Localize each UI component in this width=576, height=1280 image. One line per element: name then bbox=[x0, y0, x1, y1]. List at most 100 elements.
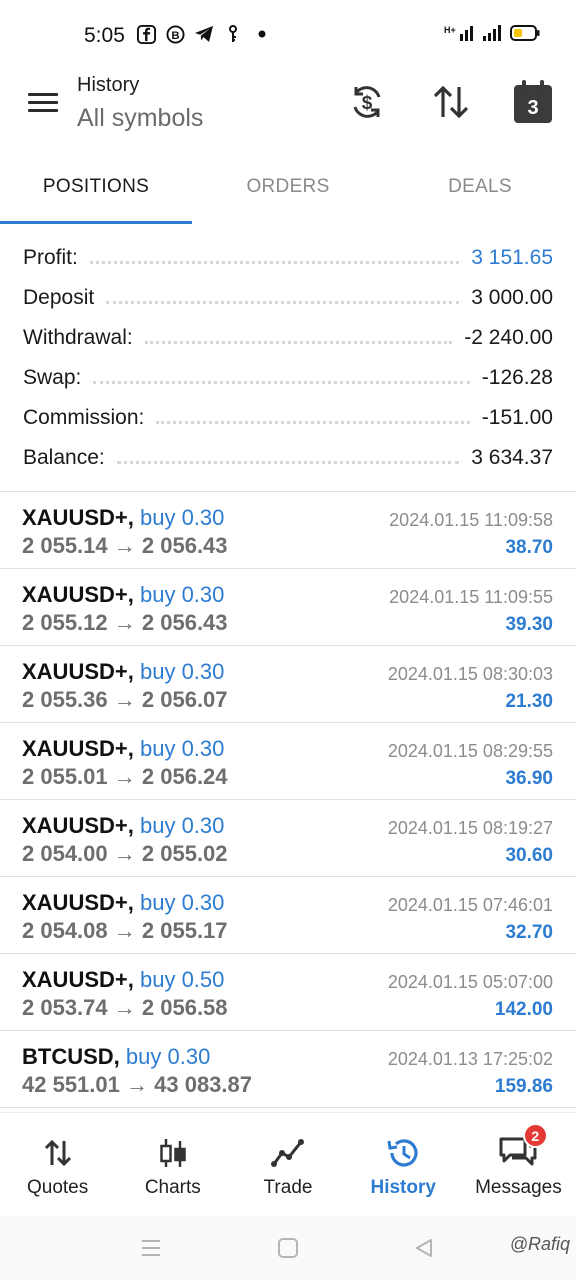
deal-side: buy 0.30 bbox=[139, 813, 225, 838]
deal-symbol: XAUUSD+, buy 0.30 bbox=[22, 659, 225, 684]
deal-prices: 2 054.08 → 2 055.17 bbox=[22, 918, 228, 943]
deal-symbol: XAUUSD+, buy 0.50 bbox=[22, 967, 225, 992]
nav-messages[interactable]: 2 Messages bbox=[461, 1113, 576, 1216]
deal-side: buy 0.30 bbox=[139, 582, 225, 607]
deal-profit: 142.00 bbox=[494, 999, 553, 1020]
summary-row-withdrawal: Withdrawal: -2 240.00 bbox=[0, 318, 576, 358]
leader-dots bbox=[156, 420, 470, 424]
summary-row-swap: Swap: -126.28 bbox=[0, 358, 576, 398]
svg-text:H+: H+ bbox=[444, 25, 456, 35]
calendar-icon[interactable]: 3 bbox=[513, 80, 553, 124]
leader-dots bbox=[93, 380, 470, 384]
currency-refresh-icon[interactable]: $ bbox=[347, 82, 387, 122]
trade-line-icon bbox=[268, 1135, 308, 1171]
messages-badge: 2 bbox=[522, 1123, 548, 1148]
list-item[interactable]: XAUUSD+, buy 0.30 2 054.00 → 2 055.02 20… bbox=[0, 800, 576, 877]
system-status-icons: H+ bbox=[444, 24, 540, 47]
summary-label: Deposit bbox=[23, 286, 95, 309]
network-icon: H+ bbox=[444, 24, 474, 47]
summary-label: Swap: bbox=[23, 366, 82, 389]
deal-time: 2024.01.15 05:07:00 bbox=[387, 972, 553, 992]
screen-subtitle: History bbox=[77, 74, 140, 96]
deal-time: 2024.01.15 08:30:03 bbox=[387, 664, 553, 684]
list-item[interactable]: XAUUSD+, buy 0.30 2 054.08 → 2 055.17 20… bbox=[0, 877, 576, 954]
deal-side: buy 0.30 bbox=[139, 736, 225, 761]
calendar-day: 3 bbox=[514, 80, 552, 123]
tab-deals[interactable]: DEALS bbox=[384, 152, 576, 224]
candlestick-icon bbox=[153, 1135, 193, 1171]
b-icon: B bbox=[165, 24, 185, 44]
nav-label: Quotes bbox=[26, 1177, 89, 1198]
watermark: @Rafiq bbox=[509, 1234, 570, 1254]
leader-dots bbox=[116, 460, 460, 464]
sort-arrows-icon[interactable] bbox=[431, 82, 471, 122]
deal-time: 2024.01.13 17:25:02 bbox=[387, 1049, 553, 1069]
summary-value: -2 240.00 bbox=[464, 326, 553, 349]
deal-time: 2024.01.15 07:46:01 bbox=[387, 895, 553, 915]
summary-row-profit: Profit: 3 151.65 bbox=[0, 238, 576, 278]
symbol-filter-title[interactable]: All symbols bbox=[77, 104, 203, 133]
list-item[interactable]: XAUUSD+, buy 0.30 2 055.14 → 2 056.43 20… bbox=[0, 492, 576, 569]
deal-prices: 2 055.01 → 2 056.24 bbox=[22, 764, 228, 789]
deal-profit: 39.30 bbox=[505, 614, 553, 635]
status-bar: 5:05 B H+ bbox=[0, 0, 576, 72]
deal-time: 2024.01.15 08:19:27 bbox=[387, 818, 553, 838]
deal-side: buy 0.30 bbox=[125, 1044, 211, 1069]
summary-label: Profit: bbox=[23, 246, 78, 269]
signal-icon bbox=[482, 24, 502, 47]
summary-label: Commission: bbox=[23, 406, 145, 429]
deal-symbol: XAUUSD+, buy 0.30 bbox=[22, 582, 225, 607]
deal-symbol: XAUUSD+, buy 0.30 bbox=[22, 890, 225, 915]
list-item[interactable]: XAUUSD+, buy 0.30 2 055.12 → 2 056.43 20… bbox=[0, 569, 576, 646]
deal-prices: 2 053.74 → 2 056.58 bbox=[22, 995, 228, 1020]
summary-row-deposit: Deposit 3 000.00 bbox=[0, 278, 576, 318]
summary-value: 3 634.37 bbox=[471, 446, 553, 469]
list-item[interactable]: XAUUSD+, buy 0.30 2 055.36 → 2 056.07 20… bbox=[0, 646, 576, 723]
nav-quotes[interactable]: Quotes bbox=[0, 1113, 115, 1216]
back-icon[interactable] bbox=[410, 1234, 438, 1262]
hamburger-menu-icon[interactable] bbox=[28, 88, 62, 122]
nav-label: Trade bbox=[263, 1177, 313, 1198]
list-item[interactable]: BTCUSD, buy 0.30 42 551.01 → 43 083.87 2… bbox=[0, 1031, 576, 1108]
history-clock-icon bbox=[383, 1135, 423, 1171]
list-item[interactable]: XAUUSD+, buy 0.50 2 053.74 → 2 056.58 20… bbox=[0, 954, 576, 1031]
list-item[interactable]: XAUUSD+, buy 0.30 2 055.01 → 2 056.24 20… bbox=[0, 723, 576, 800]
app-bar: History All symbols $ 3 bbox=[0, 72, 576, 152]
deal-symbol: XAUUSD+, buy 0.30 bbox=[22, 736, 225, 761]
deal-prices: 2 055.14 → 2 056.43 bbox=[22, 533, 228, 558]
deal-profit: 30.60 bbox=[505, 845, 553, 866]
battery-icon bbox=[510, 25, 540, 46]
deal-time: 2024.01.15 11:09:58 bbox=[389, 510, 553, 530]
recent-apps-icon[interactable] bbox=[137, 1234, 165, 1262]
nav-charts[interactable]: Charts bbox=[115, 1113, 230, 1216]
summary-label: Withdrawal: bbox=[23, 326, 133, 349]
nav-label: Charts bbox=[144, 1177, 201, 1198]
deal-profit: 36.90 bbox=[505, 768, 553, 789]
deal-profit: 32.70 bbox=[505, 922, 553, 943]
quotes-arrows-icon bbox=[38, 1135, 78, 1171]
system-navigation-bar: @Rafiq bbox=[0, 1216, 576, 1280]
deal-prices: 2 055.12 → 2 056.43 bbox=[22, 610, 228, 635]
deal-side: buy 0.30 bbox=[139, 505, 225, 530]
svg-text:$: $ bbox=[362, 93, 373, 114]
summary-row-balance: Balance: 3 634.37 bbox=[0, 438, 576, 478]
tab-orders[interactable]: ORDERS bbox=[192, 152, 384, 224]
deal-profit: 159.86 bbox=[494, 1076, 553, 1097]
notification-icons: B bbox=[136, 24, 272, 44]
summary-value: 3 151.65 bbox=[471, 246, 553, 269]
history-tabs: POSITIONS ORDERS DEALS bbox=[0, 152, 576, 224]
nav-trade[interactable]: Trade bbox=[230, 1113, 345, 1216]
deal-side: buy 0.30 bbox=[139, 659, 225, 684]
deal-prices: 42 551.01 → 43 083.87 bbox=[22, 1072, 252, 1097]
nav-history[interactable]: History bbox=[346, 1113, 461, 1216]
deal-side: buy 0.50 bbox=[139, 967, 225, 992]
nav-label: Messages bbox=[475, 1177, 562, 1198]
deal-side: buy 0.30 bbox=[139, 890, 225, 915]
summary-value: -151.00 bbox=[481, 406, 553, 429]
account-summary: Profit: 3 151.65 Deposit 3 000.00 Withdr… bbox=[0, 238, 576, 478]
deal-symbol: BTCUSD, buy 0.30 bbox=[22, 1044, 211, 1069]
tab-positions[interactable]: POSITIONS bbox=[0, 152, 192, 224]
deal-time: 2024.01.15 11:09:55 bbox=[389, 587, 553, 607]
home-icon[interactable] bbox=[274, 1234, 302, 1262]
summary-value: 3 000.00 bbox=[471, 286, 553, 309]
